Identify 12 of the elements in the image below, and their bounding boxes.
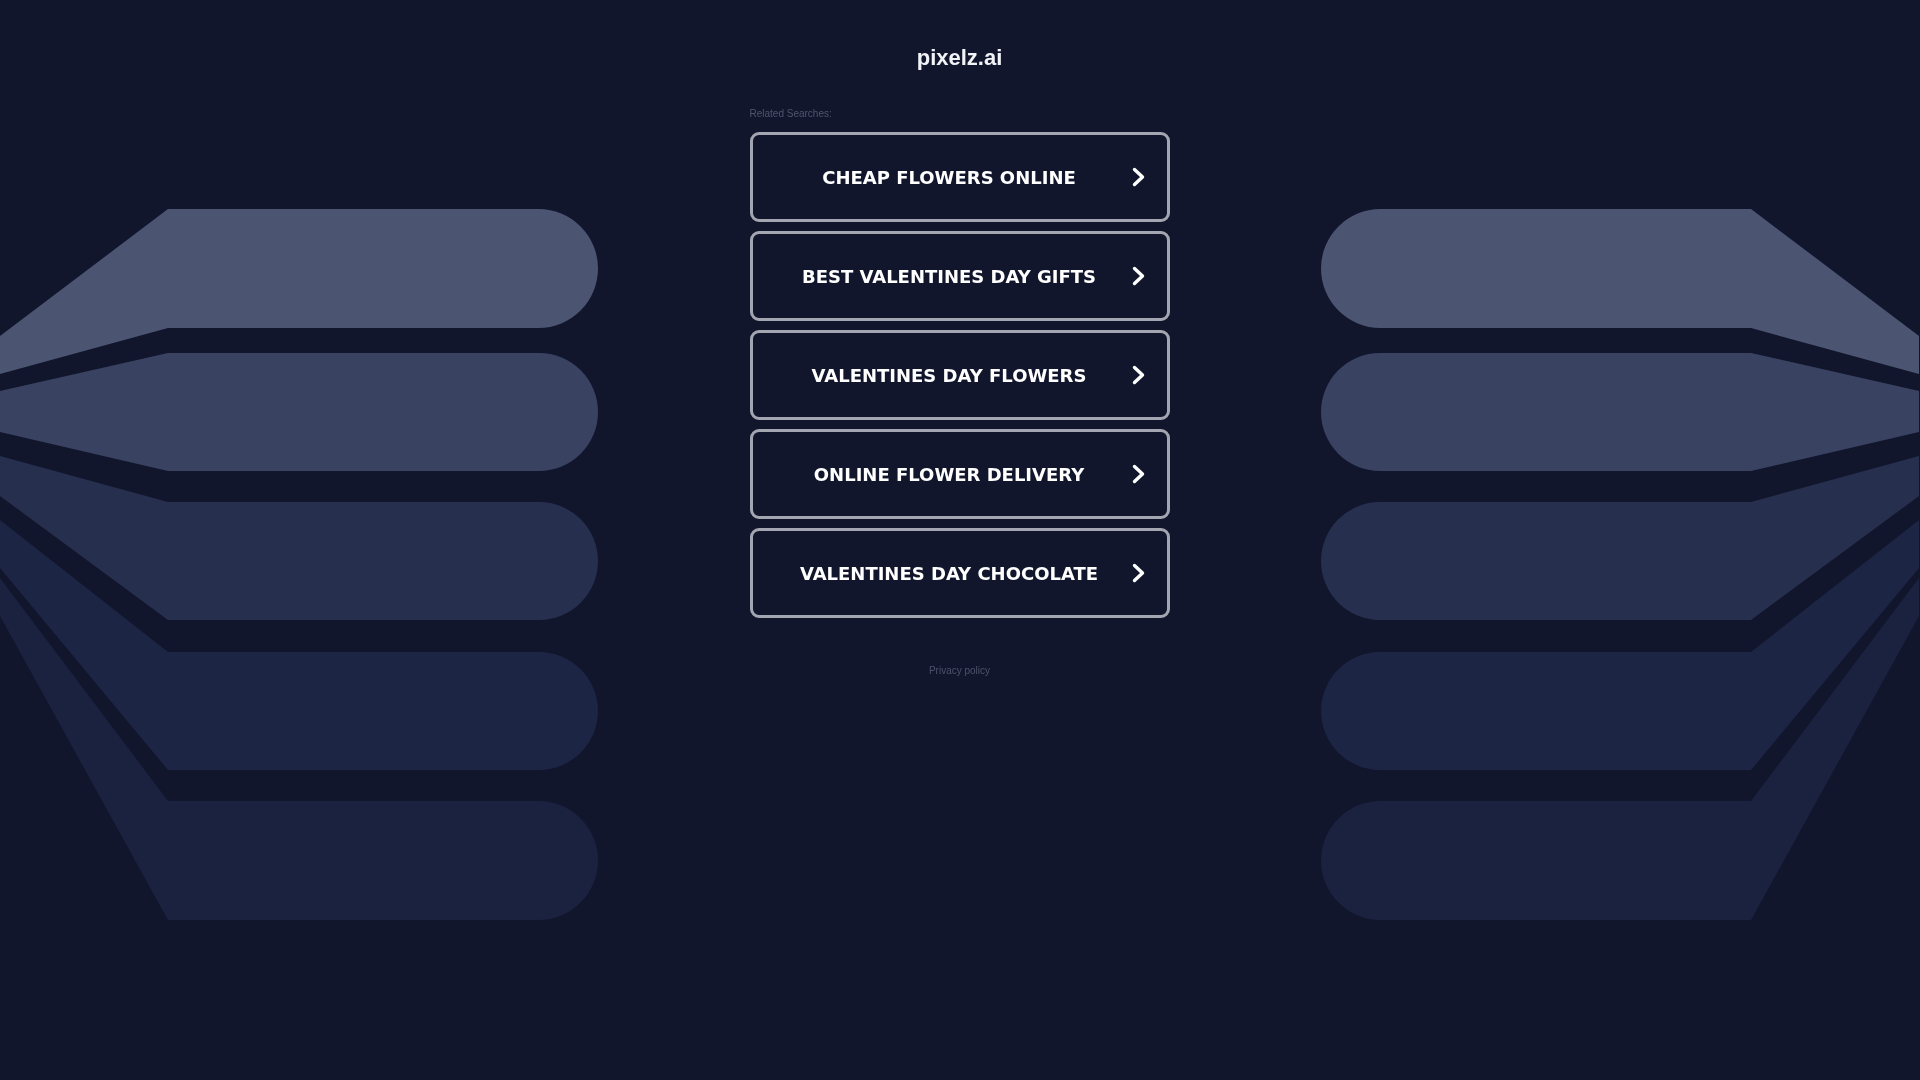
related-searches-heading: Related Searches:	[749, 108, 832, 120]
site-title: pixelz.ai	[916, 44, 1003, 72]
search-link-button[interactable]: VALENTINES DAY FLOWERS	[749, 330, 1170, 420]
search-link-button[interactable]: BEST VALENTINES DAY GIFTS	[749, 231, 1170, 321]
search-link-button[interactable]: VALENTINES DAY CHOCOLATE	[749, 528, 1170, 618]
search-link-button[interactable]: CHEAP FLOWERS ONLINE	[749, 132, 1170, 222]
chevron-right-icon	[1131, 563, 1145, 583]
chevron-right-icon	[1131, 365, 1145, 385]
chevron-right-icon	[1131, 266, 1145, 286]
chevron-right-icon	[1131, 464, 1145, 484]
search-link-button[interactable]: ONLINE FLOWER DELIVERY	[749, 429, 1170, 519]
chevron-right-icon	[1131, 167, 1145, 187]
